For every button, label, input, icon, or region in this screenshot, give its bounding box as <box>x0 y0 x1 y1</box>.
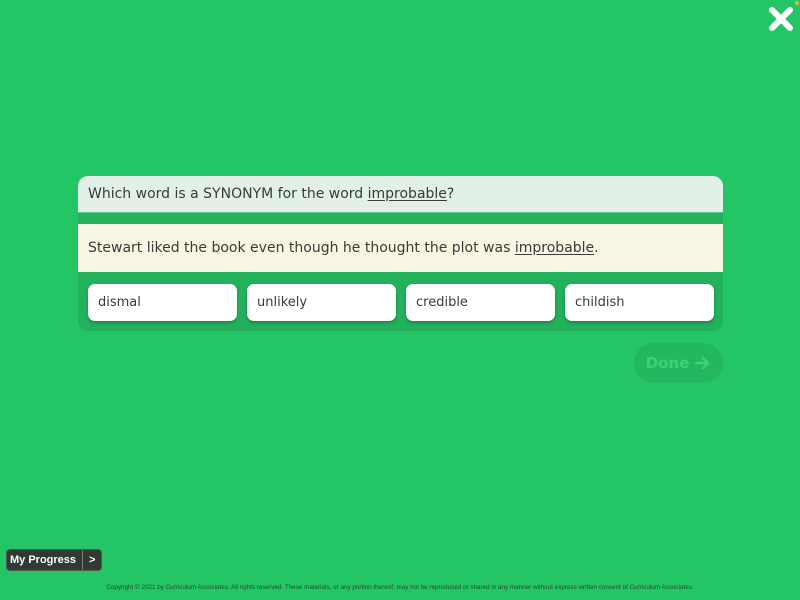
prompt-end: ? <box>446 186 455 202</box>
answer-choice-unlikely[interactable]: unlikely <box>247 284 396 321</box>
status-dot <box>795 1 799 5</box>
passage-target-word: improbable <box>514 240 595 256</box>
my-progress-label: My Progress <box>10 554 77 566</box>
lesson-screen: Which word is a SYNONYM for the word imp… <box>0 0 800 600</box>
answer-choice-childish[interactable]: childish <box>565 284 714 321</box>
passage-sentence: Stewart liked the book even though he th… <box>78 224 723 272</box>
arrow-right-icon <box>695 356 710 370</box>
target-word: improbable <box>367 186 447 202</box>
prompt-text: Which word is a SYNONYM for the word <box>88 186 368 202</box>
answer-choice-credible[interactable]: credible <box>406 284 555 321</box>
question-prompt: Which word is a SYNONYM for the word imp… <box>78 176 723 213</box>
question-card: Which word is a SYNONYM for the word imp… <box>78 176 723 331</box>
copyright-notice: Copyright © 2021 by Curriculum Associate… <box>106 584 694 591</box>
close-button[interactable] <box>768 6 794 32</box>
my-progress-button[interactable]: My Progress > <box>6 549 103 571</box>
answer-choices: dismal unlikely credible childish <box>88 284 714 321</box>
passage-text: Stewart liked the book even though he th… <box>88 240 515 256</box>
close-icon <box>769 7 793 31</box>
answer-choice-dismal[interactable]: dismal <box>88 284 237 321</box>
done-button[interactable]: Done <box>634 343 723 383</box>
passage-end: . <box>594 240 599 256</box>
my-progress-expand[interactable]: > <box>82 550 101 570</box>
done-label: Done <box>645 354 690 372</box>
